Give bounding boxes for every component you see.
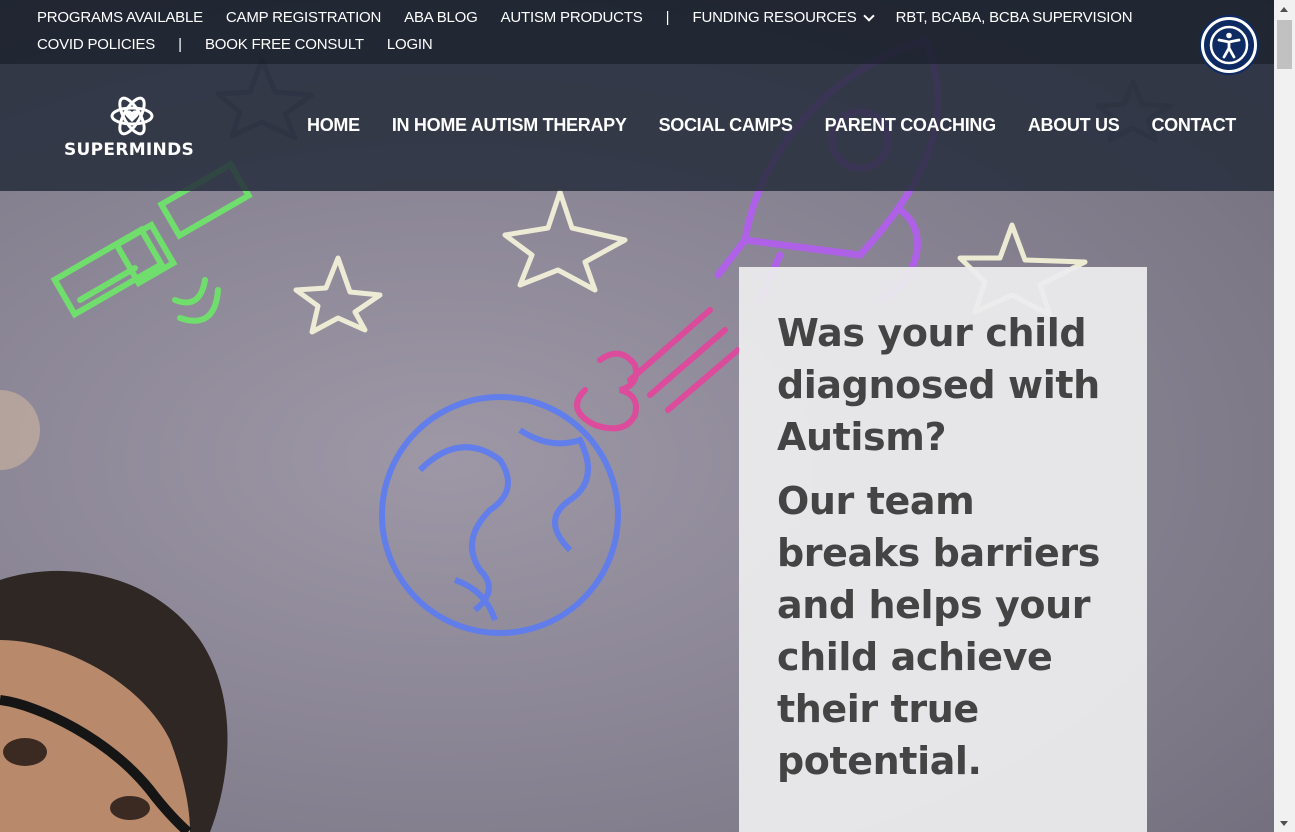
login-link[interactable]: LOGIN — [387, 36, 433, 54]
accessibility-button[interactable] — [1201, 17, 1257, 73]
nav-separator: | — [178, 36, 182, 53]
nav-parent-coaching[interactable]: PARENT COACHING — [825, 115, 996, 136]
main-header: SUPERMINDS HOME IN HOME AUTISM THERAPY S… — [0, 64, 1274, 191]
atom-heart-icon — [110, 96, 154, 136]
accessibility-person-icon — [1209, 25, 1249, 65]
hero-card: Was your child diagnosed with Autism? Ou… — [739, 267, 1147, 832]
supervision-link[interactable]: RBT, BCABA, BCBA SUPERVISION — [896, 9, 1133, 27]
page-scrollbar[interactable] — [1274, 0, 1295, 832]
funding-resources-dropdown[interactable]: FUNDING RESOURCES — [692, 9, 875, 27]
autism-products-link[interactable]: AUTISM PRODUCTS — [501, 9, 643, 27]
chevron-down-icon — [862, 10, 875, 22]
nav-contact[interactable]: CONTACT — [1151, 115, 1236, 136]
covid-policies-link[interactable]: COVID POLICIES — [37, 36, 155, 54]
aba-blog-link[interactable]: ABA BLOG — [404, 9, 478, 27]
utility-bar: PROGRAMS AVAILABLE CAMP REGISTRATION ABA… — [0, 0, 1274, 64]
nav-social-camps[interactable]: SOCIAL CAMPS — [659, 115, 793, 136]
nav-in-home-autism-therapy[interactable]: IN HOME AUTISM THERAPY — [392, 115, 627, 136]
scroll-up-arrow-icon[interactable] — [1274, 0, 1295, 17]
utility-nav-row-1: PROGRAMS AVAILABLE CAMP REGISTRATION ABA… — [37, 9, 1155, 27]
superminds-logo[interactable]: SUPERMINDS — [64, 92, 204, 162]
scroll-down-arrow-icon[interactable] — [1274, 815, 1295, 832]
hero-subheadline: Our team breaks barriers and helps your … — [777, 479, 1100, 783]
utility-nav-row-2: COVID POLICIES | BOOK FREE CONSULT LOGIN — [37, 36, 456, 54]
rocket-trail-doodle — [574, 307, 741, 432]
scroll-thumb[interactable] — [1277, 20, 1292, 69]
nav-home[interactable]: HOME — [307, 115, 360, 136]
camp-registration-link[interactable]: CAMP REGISTRATION — [226, 9, 381, 27]
nav-separator: | — [665, 9, 670, 26]
book-free-consult-link[interactable]: BOOK FREE CONSULT — [205, 36, 364, 54]
programs-available-link[interactable]: PROGRAMS AVAILABLE — [37, 9, 203, 27]
primary-nav: HOME IN HOME AUTISM THERAPY SOCIAL CAMPS… — [275, 115, 1236, 136]
brand-name: SUPERMINDS — [64, 140, 195, 160]
child-photo — [0, 570, 228, 832]
hero-headline: Was your child diagnosed with Autism? — [777, 311, 1100, 459]
nav-about-us[interactable]: ABOUT US — [1028, 115, 1120, 136]
funding-resources-label: FUNDING RESOURCES — [692, 9, 857, 26]
earth-doodle — [379, 394, 621, 636]
